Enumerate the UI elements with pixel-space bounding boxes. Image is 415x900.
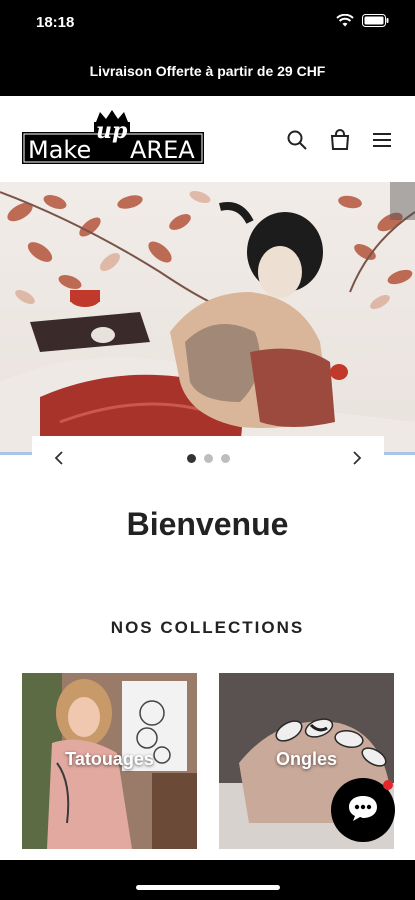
status-bar: 18:18	[0, 0, 415, 46]
chevron-left-icon[interactable]	[50, 449, 68, 467]
slider-controls	[32, 436, 384, 480]
chat-button[interactable]	[331, 778, 395, 842]
chat-bubble-icon	[347, 794, 379, 827]
menu-icon[interactable]	[371, 129, 393, 151]
collection-label: Ongles	[275, 749, 337, 769]
status-time: 18:18	[36, 14, 75, 31]
site-header: Make up AREA	[0, 96, 415, 182]
welcome-heading: Bienvenue	[126, 506, 289, 542]
slider-dots	[186, 453, 230, 463]
collection-card-tatouages[interactable]: Tatouages	[22, 673, 197, 849]
announcement-bar: Livraison Offerte à partir de 29 CHF	[0, 46, 415, 96]
chevron-right-icon[interactable]	[348, 449, 366, 467]
hero-banner-image[interactable]	[0, 182, 415, 454]
announcement-text: Livraison Offerte à partir de 29 CHF	[89, 63, 326, 79]
status-icons	[336, 13, 389, 32]
slider-dot[interactable]	[220, 453, 230, 463]
battery-icon	[362, 14, 389, 32]
slider-dot[interactable]	[186, 453, 196, 463]
logo-word-up: up	[96, 118, 128, 144]
collection-label: Tatouages	[65, 749, 154, 769]
cart-icon[interactable]	[329, 129, 351, 151]
logo-word-area: AREA	[130, 136, 195, 164]
wifi-icon	[336, 13, 354, 32]
notification-badge	[383, 780, 393, 790]
bottom-safe-area	[0, 860, 415, 900]
home-indicator[interactable]	[136, 885, 280, 890]
search-icon[interactable]	[286, 129, 308, 151]
collections-heading: NOS COLLECTIONS	[110, 618, 305, 637]
slider-dot[interactable]	[203, 453, 213, 463]
logo-word-make: Make	[28, 136, 92, 164]
store-logo[interactable]: Make up AREA	[22, 110, 204, 166]
